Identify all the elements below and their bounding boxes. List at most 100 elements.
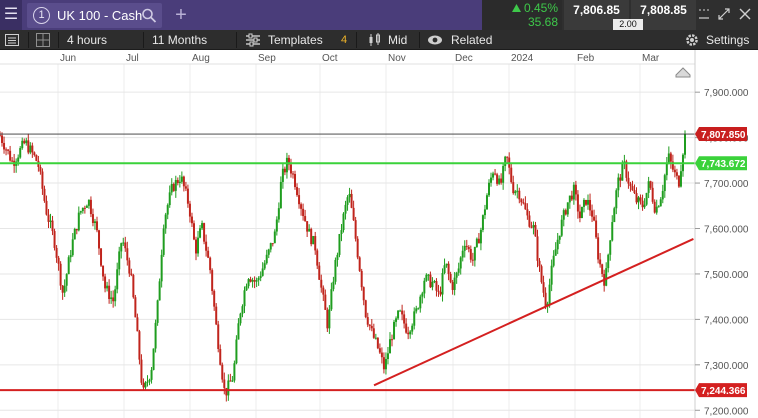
candle-body [45,200,48,215]
list-icon[interactable] [4,32,20,48]
candle-body [55,247,58,258]
chart-tab[interactable]: 1 UK 100 - Cash [27,3,162,28]
minimize-icon[interactable] [696,6,712,22]
candle-body [326,309,329,329]
candle-body [73,229,76,240]
candle-body [112,297,115,302]
candle-body [627,177,630,184]
candle-body [98,230,101,249]
candle-body [330,289,333,310]
candle-body [564,210,567,215]
candle-body [304,216,307,222]
candle-body [89,199,92,215]
close-icon[interactable] [737,6,753,22]
candle-body [374,337,377,339]
candle-body [599,259,602,265]
x-axis: Jun Jul Aug Sep Oct Nov Dec 2024 Feb Mar [0,50,695,65]
candle-body [346,197,349,205]
candle-body [160,254,163,282]
candle-body [83,207,86,209]
candle-body [453,277,456,290]
candle-body [570,195,573,200]
range-selector[interactable]: 11 Months [152,30,207,50]
candle-body [475,238,478,247]
candle-body [201,223,204,229]
candle-body [49,220,52,222]
gear-icon[interactable] [684,32,700,48]
templates-icon[interactable] [245,32,261,48]
candle-body [188,203,191,217]
candle-body [568,195,571,203]
price-type-selector[interactable]: Mid [388,30,407,50]
candle-body [463,245,466,251]
candle-body [657,206,660,208]
candle-body [354,220,357,239]
y-tick-label: 7,600.000 [704,225,749,236]
candle-body [5,149,8,151]
interval-selector[interactable]: 4 hours [67,30,107,50]
candle-body [447,263,450,274]
candle-body [53,231,56,248]
candle-body [219,348,222,365]
candle-body [615,190,618,209]
candle-body [71,239,74,256]
candle-body [409,331,412,335]
candle-body [342,213,345,231]
candle-body [215,306,218,325]
settings-button[interactable]: Settings [706,30,749,50]
grid-icon[interactable] [35,32,51,48]
menu-icon[interactable]: ☰ [0,0,22,30]
y-tick-label: 7,400.000 [704,315,749,326]
candle-body [473,246,476,261]
candle-body [281,168,284,182]
candles-icon[interactable] [367,32,383,48]
eye-icon[interactable] [427,32,443,48]
candle-body [510,167,513,183]
candle-body [415,308,418,312]
candle-body [576,194,579,212]
up-triangle-icon [511,4,521,12]
candle-body [237,323,240,340]
candle-body [19,148,22,158]
candle-body [479,229,482,244]
candle-body [582,199,585,207]
candle-body [411,325,414,332]
related-button[interactable]: Related [451,30,492,50]
templates-button[interactable]: Templates [268,30,323,50]
candle-body [469,249,472,260]
candle-body [334,259,337,282]
candle-body [617,177,620,191]
candle-body [207,250,210,258]
candle-body [487,182,490,196]
x-tick-label: Jun [60,53,76,64]
candle-body [421,293,424,297]
candle-body [673,169,676,173]
candle-body [170,183,173,193]
candle-body [467,246,470,250]
buy-price: 7,808.85 [640,3,687,17]
candle-body [273,231,276,244]
price-chart[interactable]: Jun Jul Aug Sep Oct Nov Dec 2024 Feb Mar 7,900.00… [0,50,758,418]
search-icon[interactable] [141,7,157,24]
x-tick-label: Aug [192,53,210,64]
add-tab-icon[interactable]: + [170,3,192,27]
candle-body [637,197,640,203]
candle-body [168,192,171,206]
candle-body [63,285,66,293]
candle-body [659,199,662,207]
candle-body [110,297,113,299]
candle-body [518,190,521,200]
candle-body [122,242,125,244]
candle-body [102,265,105,277]
candle-body [318,265,321,280]
resize-icon[interactable] [716,6,732,22]
candle-body [154,322,157,349]
candle-body [366,317,369,325]
chart-toolbar: 4 hours 11 Months Templates 4 Mid Relate… [0,30,758,50]
candle-body [118,251,121,270]
candle-body [235,339,238,364]
candle-body [221,364,224,380]
daily-change: 0.45% 35.68 [482,0,562,30]
candle-body [439,291,442,295]
candle-body [267,249,270,255]
